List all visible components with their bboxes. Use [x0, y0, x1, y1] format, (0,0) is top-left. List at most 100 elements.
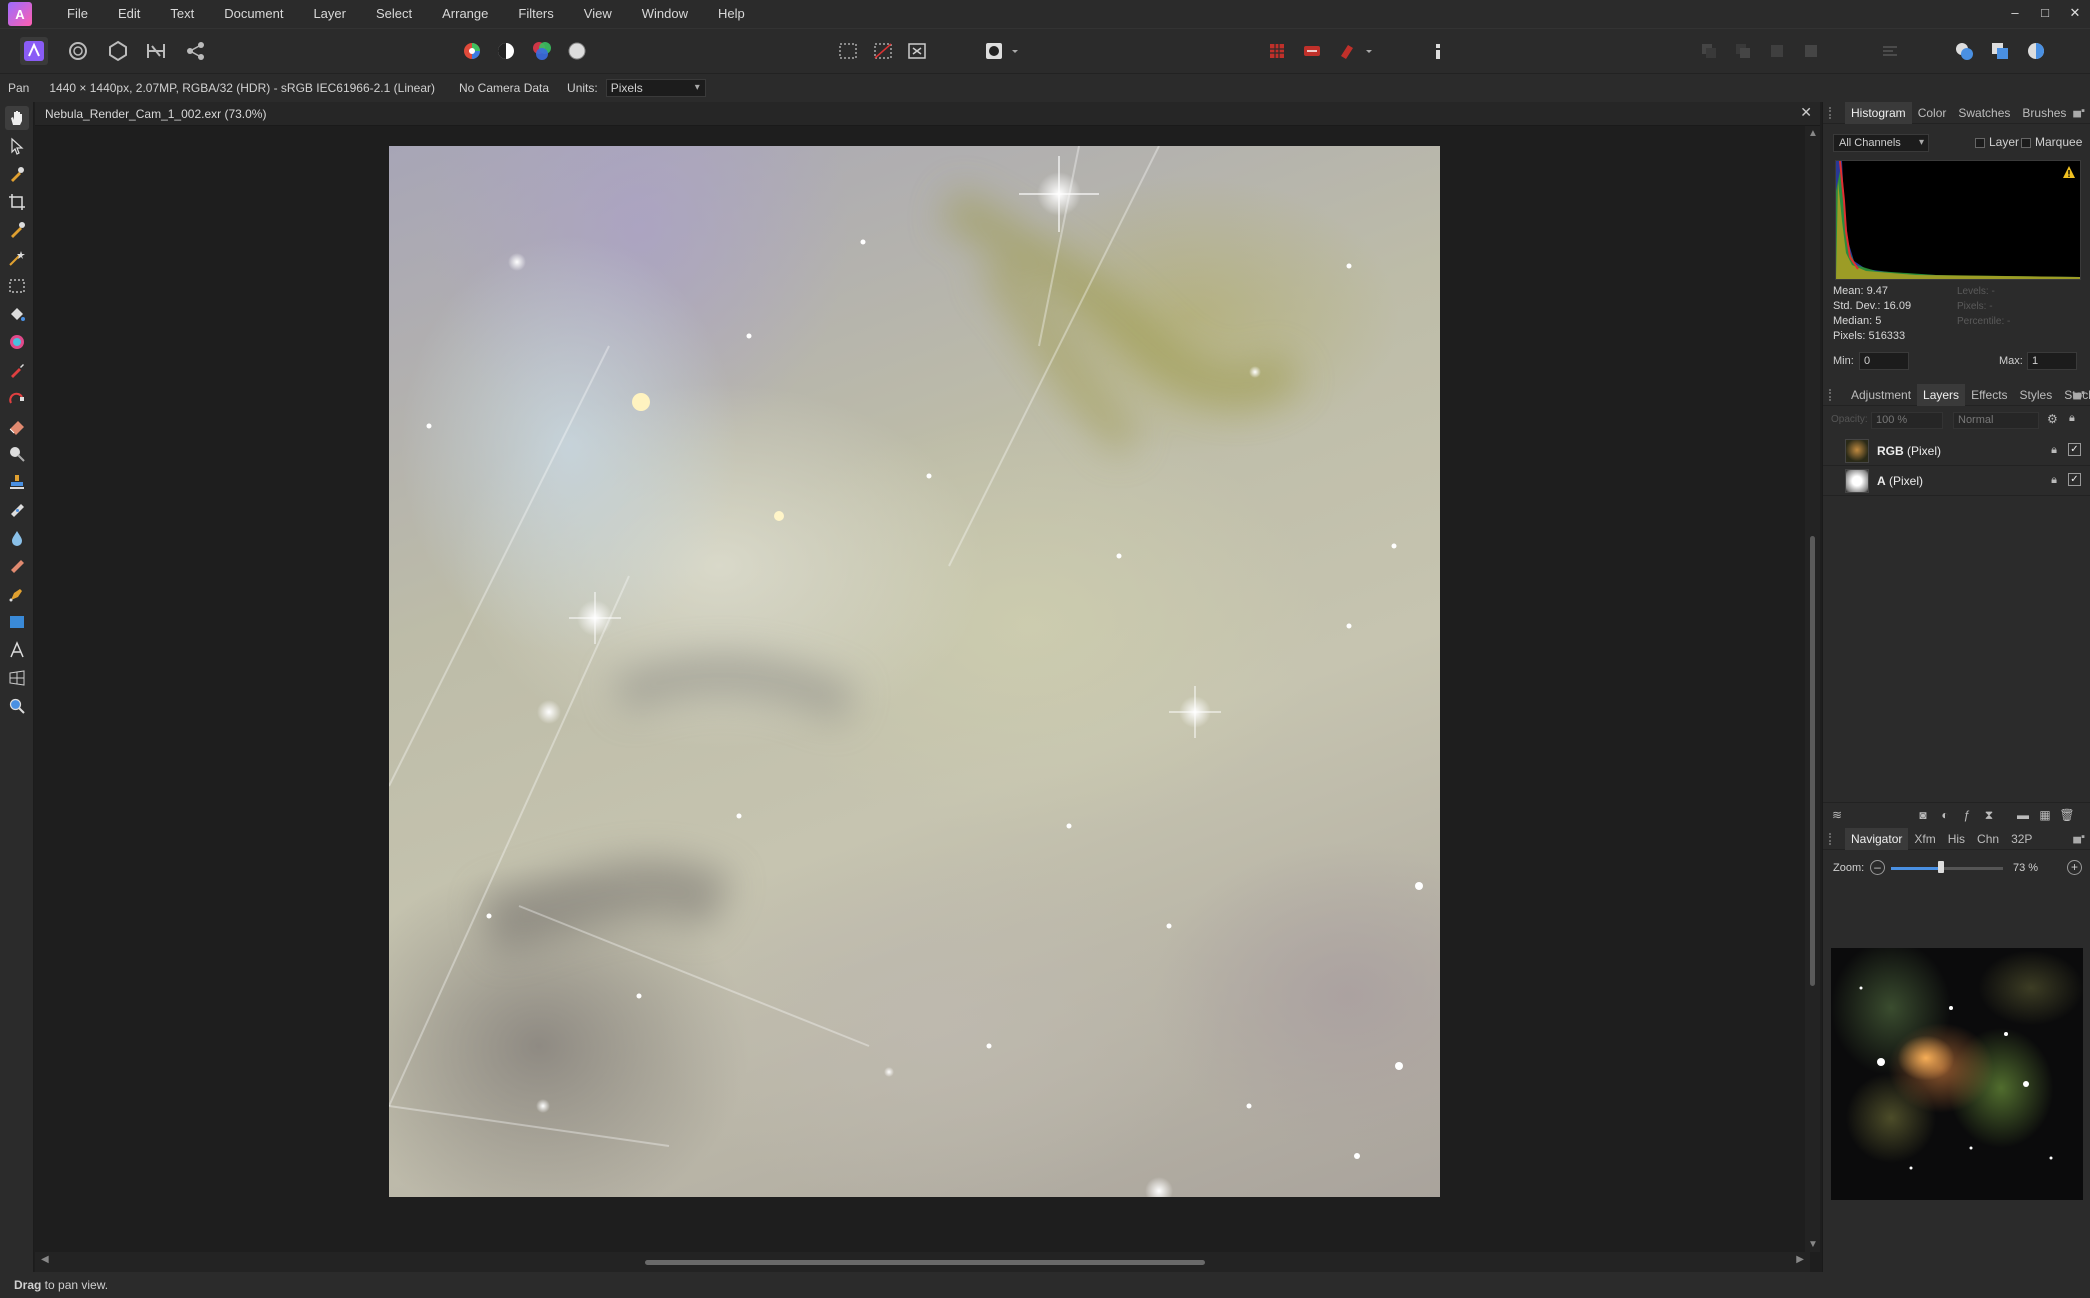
- fx-icon[interactable]: ƒ: [1959, 807, 1975, 823]
- live-filter-icon[interactable]: ⧗: [1981, 807, 1997, 823]
- tab-navigator[interactable]: Navigator: [1845, 827, 1909, 850]
- menu-text[interactable]: Text: [155, 0, 209, 28]
- auto-colors-button[interactable]: [528, 37, 556, 65]
- tab-layers[interactable]: Layers: [1917, 383, 1966, 406]
- layers-stack-icon[interactable]: ≋: [1829, 807, 1845, 823]
- boolean-subtract-button[interactable]: [1986, 37, 2014, 65]
- liquify-persona-button[interactable]: [64, 37, 92, 65]
- panel-grip-icon[interactable]: [1829, 833, 1835, 845]
- delete-layer-icon[interactable]: 🗑︎: [2059, 807, 2075, 823]
- navigator-preview[interactable]: [1831, 948, 2083, 1200]
- marquee-checkbox[interactable]: [2021, 138, 2031, 148]
- app-logo-icon[interactable]: A: [8, 2, 32, 26]
- menu-select[interactable]: Select: [361, 0, 427, 28]
- invert-selection-button[interactable]: [903, 37, 931, 65]
- adjustment-icon[interactable]: ◐: [1937, 807, 1953, 823]
- zoom-in-icon[interactable]: +: [2067, 860, 2082, 875]
- scroll-up-icon[interactable]: ▲: [1808, 128, 1818, 139]
- pen-tool[interactable]: [5, 582, 29, 606]
- max-input[interactable]: 1: [2027, 352, 2077, 370]
- layer-lock-icon[interactable]: 🔒︎: [2069, 412, 2075, 425]
- artistic-text-tool[interactable]: [5, 638, 29, 662]
- red-eye-tool[interactable]: [5, 554, 29, 578]
- close-document-icon[interactable]: ✕: [1800, 104, 1812, 121]
- nebula-render-image[interactable]: [389, 146, 1440, 1197]
- marquee-button[interactable]: [834, 37, 862, 65]
- crop-tool[interactable]: [5, 190, 29, 214]
- layer-row-rgb[interactable]: RGB (Pixel) 🔒︎ ✓: [1823, 436, 2090, 466]
- snapping-button[interactable]: [1263, 37, 1291, 65]
- zoom-slider-thumb[interactable]: [1938, 861, 1945, 873]
- dodge-brush-tool[interactable]: [5, 442, 29, 466]
- channel-dropdown[interactable]: All Channels: [1833, 134, 1929, 152]
- menu-filters[interactable]: Filters: [503, 0, 568, 28]
- deselect-button[interactable]: [869, 37, 897, 65]
- lock-icon[interactable]: 🔒︎: [2051, 444, 2057, 457]
- panel-menu-icon[interactable]: ▄▪: [2073, 387, 2085, 399]
- tab-effects[interactable]: Effects: [1965, 388, 2013, 402]
- arrange-backward-button[interactable]: [1729, 37, 1757, 65]
- erase-brush-tool[interactable]: [5, 414, 29, 438]
- export-persona-button[interactable]: [182, 37, 210, 65]
- panel-menu-icon[interactable]: ▄▪: [2073, 105, 2085, 117]
- arrange-front-button[interactable]: [1797, 37, 1825, 65]
- boolean-add-button[interactable]: [1950, 37, 1978, 65]
- tab-transform[interactable]: Xfm: [1908, 832, 1941, 846]
- menu-view[interactable]: View: [569, 0, 627, 28]
- tab-adjustment[interactable]: Adjustment: [1845, 388, 1917, 402]
- clone-brush-tool[interactable]: [5, 470, 29, 494]
- force-pixel-alignment-button[interactable]: [1333, 37, 1361, 65]
- tab-32-bit-preview[interactable]: 32P: [2005, 832, 2038, 846]
- min-input[interactable]: 0: [1859, 352, 1909, 370]
- blur-brush-tool[interactable]: [5, 526, 29, 550]
- tab-color[interactable]: Color: [1912, 106, 1953, 120]
- tone-mapping-persona-button[interactable]: [142, 37, 170, 65]
- auto-levels-button[interactable]: [458, 37, 486, 65]
- panel-grip-icon[interactable]: [1829, 107, 1835, 119]
- layer-row-alpha[interactable]: A (Pixel) 🔒︎ ✓: [1823, 466, 2090, 496]
- add-pixel-layer-icon[interactable]: ▦: [2037, 807, 2053, 823]
- close-window-button[interactable]: ✕: [2060, 0, 2090, 28]
- snapping-dropdown[interactable]: [1362, 37, 1376, 65]
- develop-persona-button[interactable]: [104, 37, 132, 65]
- tab-brushes[interactable]: Brushes: [2016, 106, 2072, 120]
- menu-layer[interactable]: Layer: [298, 0, 361, 28]
- boolean-intersect-button[interactable]: [2022, 37, 2050, 65]
- horizontal-scroll-thumb[interactable]: [645, 1260, 1205, 1265]
- lock-icon[interactable]: 🔒︎: [2051, 474, 2057, 487]
- tab-swatches[interactable]: Swatches: [1952, 106, 2016, 120]
- photo-persona-button[interactable]: [20, 37, 48, 65]
- pixel-tool[interactable]: [5, 386, 29, 410]
- vertical-scroll-thumb[interactable]: [1810, 536, 1815, 986]
- rectangular-marquee-tool[interactable]: [5, 274, 29, 298]
- scroll-down-icon[interactable]: ▼: [1808, 1239, 1818, 1250]
- add-group-icon[interactable]: ▬: [2015, 807, 2031, 823]
- visibility-checkbox[interactable]: ✓: [2068, 473, 2081, 486]
- menu-arrange[interactable]: Arrange: [427, 0, 503, 28]
- flood-select-tool[interactable]: [5, 246, 29, 270]
- vertical-scrollbar[interactable]: ▲ ▼: [1805, 126, 1820, 1252]
- context-toolbar-toggle-button[interactable]: [1424, 37, 1452, 65]
- tab-history[interactable]: His: [1942, 832, 1971, 846]
- panel-grip-icon[interactable]: [1829, 389, 1835, 401]
- mesh-warp-tool[interactable]: [5, 666, 29, 690]
- scroll-right-icon[interactable]: ▶: [1796, 1254, 1804, 1265]
- panel-menu-icon[interactable]: ▄▪: [2073, 831, 2085, 843]
- camera-data-label[interactable]: No Camera Data: [447, 81, 561, 95]
- assistant-button[interactable]: [1298, 37, 1326, 65]
- arrange-forward-button[interactable]: [1763, 37, 1791, 65]
- horizontal-scrollbar[interactable]: ◀ ▶: [35, 1252, 1810, 1272]
- menu-help[interactable]: Help: [703, 0, 760, 28]
- blemish-removal-tool[interactable]: [5, 498, 29, 522]
- auto-white-balance-button[interactable]: [563, 37, 591, 65]
- quick-mask-dropdown[interactable]: [1008, 37, 1022, 65]
- layer-settings-gear-icon[interactable]: ⚙: [2047, 412, 2058, 426]
- selection-brush-tool[interactable]: [5, 218, 29, 242]
- align-button[interactable]: [1876, 37, 1904, 65]
- opacity-dropdown[interactable]: 100 %: [1871, 412, 1943, 429]
- menu-edit[interactable]: Edit: [103, 0, 155, 28]
- menu-window[interactable]: Window: [627, 0, 703, 28]
- gradient-tool[interactable]: [5, 330, 29, 354]
- arrange-back-button[interactable]: [1695, 37, 1723, 65]
- view-tool[interactable]: [5, 106, 29, 130]
